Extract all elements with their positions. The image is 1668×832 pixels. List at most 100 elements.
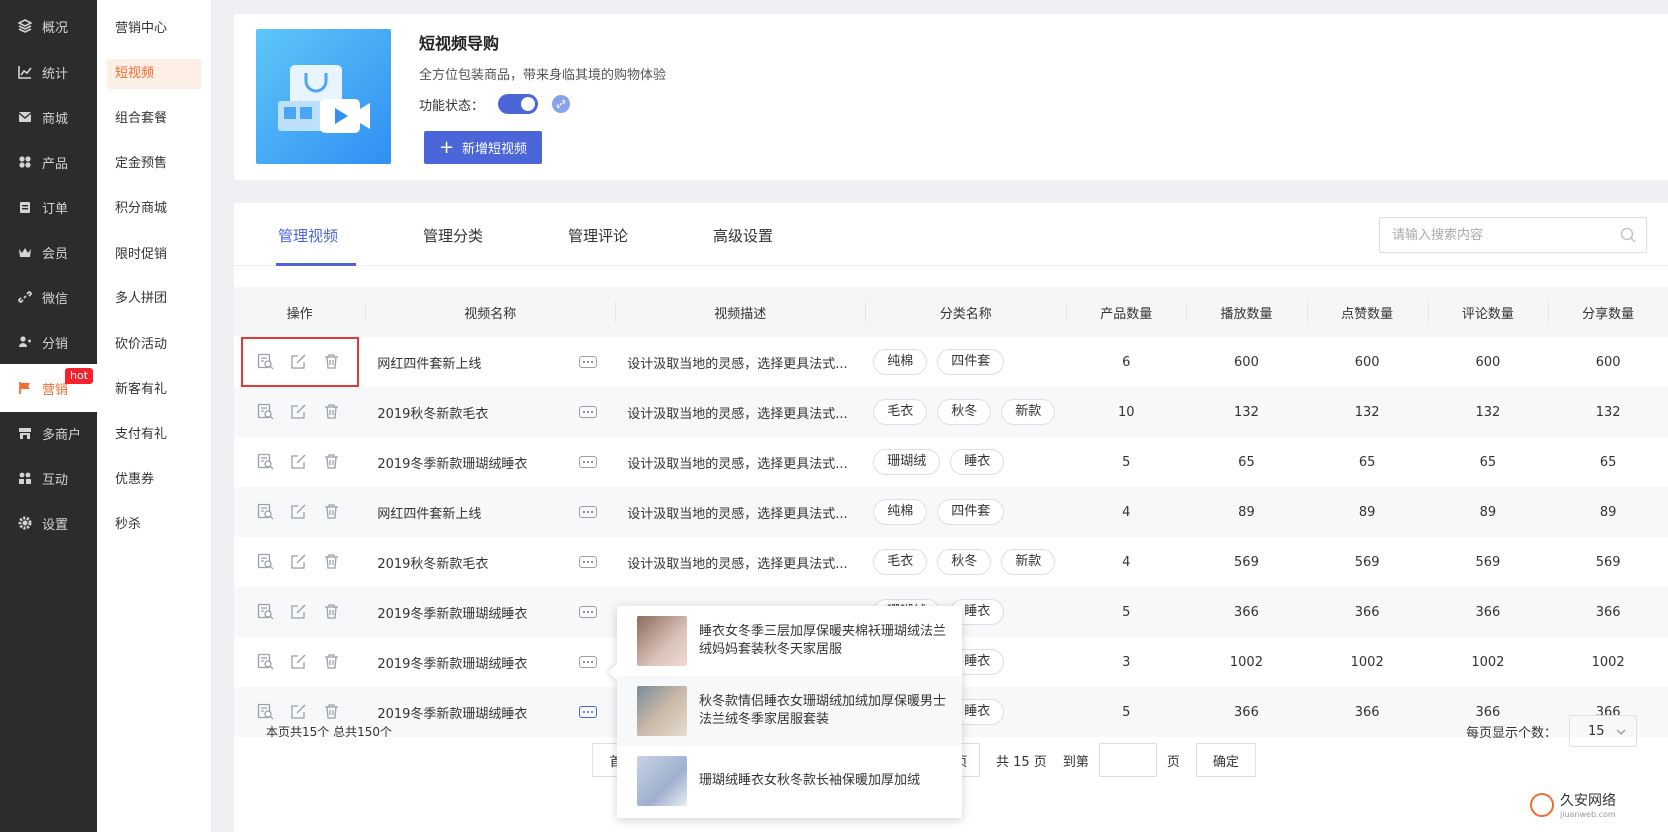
column-header: 评论数量 [1427, 287, 1549, 337]
nav-marketing[interactable]: 营销 hot [0, 364, 97, 412]
submenu-item[interactable]: 支付有礼 [107, 420, 201, 450]
tab-manage-comments[interactable]: 管理评论 [568, 225, 628, 246]
page-size-select[interactable]: 15 [1569, 715, 1638, 747]
nav-settings[interactable]: 设置 [0, 499, 97, 547]
row-actions [234, 553, 365, 572]
popover-product-item[interactable]: 睡衣女冬季三层加厚保暖夹棉袄珊瑚绒法兰绒妈妈套装秋冬天家居服 [617, 606, 962, 676]
delete-icon[interactable] [323, 453, 342, 472]
submenu-item[interactable]: 砍价活动 [107, 330, 201, 360]
preview-icon[interactable] [257, 453, 276, 472]
preview-icon[interactable] [257, 503, 276, 522]
nav-statistics[interactable]: 统计 [0, 48, 97, 96]
edit-icon[interactable] [290, 503, 309, 522]
page-size-control: 每页显示个数： 15 [1466, 715, 1638, 747]
nav-wechat[interactable]: 微信 [0, 273, 97, 321]
delete-icon[interactable] [323, 403, 342, 422]
more-products-button[interactable] [579, 406, 598, 418]
preview-icon[interactable] [257, 603, 276, 622]
submenu-item[interactable]: 秒杀 [107, 510, 201, 540]
preview-icon[interactable] [257, 353, 276, 372]
logo-icon [1530, 792, 1554, 817]
nav-mall[interactable]: 商城 [0, 93, 97, 141]
like-count: 89 [1306, 487, 1428, 537]
watermark-title: 久安网络 [1560, 793, 1616, 809]
delete-icon[interactable] [323, 653, 342, 672]
preview-icon[interactable] [257, 653, 276, 672]
nav-distribution[interactable]: 分销 [0, 318, 97, 366]
edit-icon[interactable] [290, 603, 309, 622]
nav-orders[interactable]: 订单 [0, 183, 97, 231]
more-products-button[interactable] [579, 606, 598, 618]
feature-toggle[interactable] [498, 94, 539, 114]
edit-icon[interactable] [290, 453, 309, 472]
more-products-button[interactable] [579, 506, 598, 518]
tab-manage-categories[interactable]: 管理分类 [423, 225, 483, 246]
column-header: 产品数量 [1066, 287, 1187, 337]
tab-manage-videos[interactable]: 管理视频 [278, 225, 338, 246]
edit-icon[interactable] [290, 653, 309, 672]
video-name-cell: 网红四件套新上线 [365, 337, 615, 387]
submenu-item[interactable]: 积分商城 [107, 194, 201, 224]
delete-icon[interactable] [323, 553, 342, 572]
edit-icon[interactable] [290, 353, 309, 372]
video-name: 网红四件套新上线 [377, 506, 482, 522]
comment-count: 600 [1475, 354, 1501, 370]
submenu-item[interactable]: 组合套餐 [107, 104, 201, 134]
more-products-button[interactable] [579, 706, 598, 718]
preview-icon[interactable] [257, 703, 276, 722]
delete-icon[interactable] [323, 503, 342, 522]
submenu-item[interactable]: 多人拼团 [107, 284, 201, 314]
add-short-video-button[interactable]: + 新增短视频 [424, 131, 542, 164]
nav-overview[interactable]: 概况 [0, 2, 97, 50]
like-count: 366 [1306, 687, 1428, 737]
category-cell: 纯棉 四件套 [865, 487, 1067, 537]
nav-multi-merchant[interactable]: 多商户 [0, 409, 97, 457]
share-count: 1002 [1591, 654, 1625, 670]
category-tag: 四件套 [937, 499, 1005, 525]
more-products-button[interactable] [579, 356, 598, 368]
edit-icon[interactable] [290, 403, 309, 422]
more-products-button[interactable] [579, 656, 598, 668]
category-tag: 新款 [1001, 399, 1056, 425]
table-row: 网红四件套新上线 设计汲取当地的灵感，选择更具法式... 纯棉 四件套 6 600… [234, 337, 1668, 387]
play-count: 600 [1234, 354, 1259, 370]
video-description: 设计汲取当地的灵感，选择更具法式... [627, 556, 848, 572]
more-products-button[interactable] [579, 456, 598, 468]
like-count: 132 [1306, 387, 1428, 437]
edit-icon[interactable] [290, 703, 309, 722]
column-header-label: 分类名称 [939, 306, 992, 322]
link-icon[interactable] [552, 95, 571, 113]
tab-advanced-settings[interactable]: 高级设置 [713, 225, 773, 246]
nav-products[interactable]: 产品 [0, 138, 97, 186]
submenu-item[interactable]: 限时促销 [107, 240, 201, 270]
table-row: 2019冬季新款珊瑚绒睡衣 设计汲取当地的灵感，选择更具法式... 珊瑚绒睡衣 … [234, 437, 1668, 487]
edit-icon[interactable] [290, 553, 309, 572]
search-input[interactable] [1380, 218, 1600, 252]
preview-icon[interactable] [257, 553, 276, 572]
delete-icon[interactable] [323, 703, 342, 722]
more-products-button[interactable] [579, 556, 598, 568]
nav-label: 概况 [42, 20, 69, 36]
submenu-item[interactable]: 营销中心 [107, 14, 201, 44]
popover-product-item[interactable]: 珊瑚绒睡衣女秋冬款长袖保暖加厚加绒 [617, 746, 962, 816]
ops-cell [234, 637, 365, 687]
confirm-button[interactable]: 确定 [1195, 743, 1256, 777]
play-count: 65 [1238, 454, 1255, 470]
submenu-item[interactable]: 新客有礼 [107, 375, 201, 405]
column-header-label: 产品数量 [1100, 306, 1153, 322]
like-count: 600 [1354, 354, 1380, 370]
delete-icon[interactable] [323, 603, 342, 622]
nav-interaction[interactable]: 互动 [0, 454, 97, 502]
goto-page-input[interactable] [1098, 743, 1157, 777]
category-cell: 毛衣 秋冬 新款 [865, 537, 1066, 587]
page-summary: 本页共15个 总共150个 [266, 725, 392, 739]
delete-icon[interactable] [323, 353, 342, 372]
submenu-item[interactable]: 定金预售 [107, 149, 201, 179]
submenu-item-short-video[interactable]: 短视频 [107, 59, 201, 89]
like-count: 366 [1306, 587, 1428, 637]
search-icon[interactable] [1620, 227, 1636, 247]
nav-members[interactable]: 会员 [0, 228, 97, 276]
popover-product-item[interactable]: 秋冬款情侣睡衣女珊瑚绒加绒加厚保暖男士法兰绒冬季家居服套装 [617, 676, 962, 746]
preview-icon[interactable] [257, 403, 276, 422]
submenu-item[interactable]: 优惠券 [107, 465, 201, 495]
